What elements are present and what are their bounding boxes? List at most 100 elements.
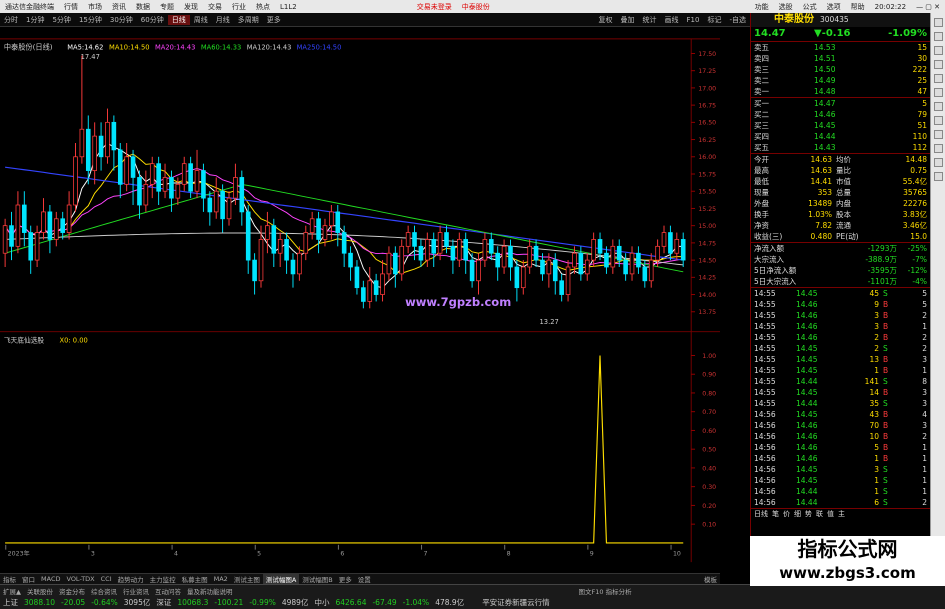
indicator-tab[interactable]: VOL-TDX — [63, 575, 97, 583]
menu-item-l1l2[interactable]: L1L2 — [275, 3, 302, 11]
kline-chart[interactable]: 17.50 17.25 17.00 16.75 16.50 16.25 16.00 15.75… — [0, 28, 720, 573]
menu-options[interactable]: 选项 — [822, 2, 846, 12]
tick-volume: 43 — [869, 410, 879, 419]
menu-item-news[interactable]: 资讯 — [107, 2, 131, 12]
sidebar-icon-7[interactable] — [933, 102, 943, 111]
indicator-tab[interactable]: 测试幅图B — [299, 574, 335, 584]
candle-body — [514, 266, 520, 289]
menu-item-industry[interactable]: 行业 — [227, 2, 251, 12]
panel-tab-daily[interactable]: 日线 — [754, 509, 772, 519]
menu-item-discover[interactable]: 发现 — [179, 2, 203, 12]
period-tab-weekly[interactable]: 周线 — [190, 15, 212, 25]
menu-item-market[interactable]: 行情 — [59, 2, 83, 12]
indicator-tab[interactable]: CCI — [98, 575, 115, 583]
stat-label: 收益(三) — [754, 232, 783, 241]
indicator-tab[interactable]: 测试主图 — [231, 574, 263, 584]
tick-volume: 5 — [874, 443, 879, 452]
sidebar-icon-8[interactable] — [933, 116, 943, 125]
index-amount: 478.9亿 — [435, 597, 465, 607]
panel-tab-value[interactable]: 值 — [827, 509, 838, 519]
price-tick-label: 16.25 — [698, 137, 716, 144]
period-tab-monthly[interactable]: 月线 — [212, 15, 234, 25]
indicator-tab[interactable]: MA2 — [211, 575, 231, 583]
sidebar-icon-12[interactable] — [933, 172, 943, 181]
tick-row: 14:56 14.46 1 B 1 — [751, 453, 930, 464]
period-tab-timeshare[interactable]: 分时 — [0, 15, 22, 25]
ask-row: 卖一 14.48 47 — [751, 86, 930, 97]
sidebar-icon-5[interactable] — [933, 74, 943, 83]
stat-row: 最低 14.41 市值 55.4亿 — [751, 176, 930, 187]
indicator-tab[interactable]: 更多 — [336, 574, 355, 584]
tick-volume: 45 — [869, 289, 879, 298]
panel-tab-detail[interactable]: 细 — [794, 509, 805, 519]
tick-side: S — [883, 289, 888, 298]
period-tab-multi[interactable]: 多周期 — [234, 15, 263, 25]
trade-login-status[interactable]: 交易未登录 — [412, 2, 457, 12]
tick-price: 14.45 — [796, 289, 818, 298]
panel-tab-main[interactable]: 主 — [838, 509, 849, 519]
menu-item-markets[interactable]: 市场 — [83, 2, 107, 12]
adjust-button[interactable]: 复权 — [595, 15, 617, 25]
period-tab-15min[interactable]: 15分钟 — [75, 15, 106, 25]
menu-item-topics[interactable]: 专题 — [155, 2, 179, 12]
sidebar-icon-1[interactable] — [933, 18, 943, 27]
tick-time: 14:55 — [754, 311, 776, 320]
menu-function[interactable]: 功能 — [750, 2, 774, 12]
tick-side: B — [883, 443, 889, 452]
indicator-tab[interactable]: 指标 — [0, 574, 19, 584]
secondary-tab[interactable]: 关联股份 — [24, 586, 56, 596]
menu-item-hotspot[interactable]: 热点 — [251, 2, 275, 12]
f10-button[interactable]: F10 — [683, 16, 704, 24]
draw-button[interactable]: 画线 — [661, 15, 683, 25]
panel-tab-price[interactable]: 价 — [783, 509, 794, 519]
overlay-button[interactable]: 叠加 — [617, 15, 639, 25]
watchlist-button[interactable]: -自选 — [725, 15, 750, 25]
tick-count: 1 — [922, 465, 927, 474]
sidebar-icon-10[interactable] — [933, 144, 943, 153]
tick-list[interactable]: 14:55 14.45 45 S 5 14:55 14.46 9 B 5 14:55 14.46 3 B 2… — [751, 287, 930, 508]
indicator-tab[interactable]: MACD — [38, 575, 63, 583]
quote-panel: 中泰股份 300435 14.47 ▼-0.16 -1.09% 卖五 14.53 1… — [750, 13, 930, 573]
secondary-tab[interactable]: 量及新功能说明 — [184, 586, 236, 596]
period-tab-5min[interactable]: 5分钟 — [48, 15, 74, 25]
sidebar-icon-9[interactable] — [933, 130, 943, 139]
period-tab-more[interactable]: 更多 — [263, 15, 285, 25]
secondary-tab[interactable]: 行业资讯 — [120, 586, 152, 596]
indicator-tab[interactable]: 私募主图 — [179, 574, 211, 584]
sidebar-icon-6[interactable] — [933, 88, 943, 97]
menu-item-data[interactable]: 数据 — [131, 2, 155, 12]
secondary-tab[interactable]: 扩展▲ — [0, 586, 24, 596]
menu-select[interactable]: 选股 — [774, 2, 798, 12]
period-tab-daily[interactable]: 日线 — [167, 14, 190, 25]
indicator-tab[interactable]: 趋势动力 — [115, 574, 147, 584]
sidebar-icon-4[interactable] — [933, 60, 943, 69]
period-tab-60min[interactable]: 60分钟 — [137, 15, 168, 25]
indicator-tab[interactable]: 窗口 — [19, 574, 38, 584]
secondary-tab[interactable]: 资金分布 — [56, 586, 88, 596]
watermark-line1: 指标公式网 — [797, 537, 898, 561]
indicator-tab[interactable]: 测试幅图A — [262, 574, 300, 584]
menu-help[interactable]: 帮助 — [846, 2, 870, 12]
secondary-tab[interactable]: 综合资讯 — [88, 586, 120, 596]
sidebar-icon-11[interactable] — [933, 158, 943, 167]
stats-button[interactable]: 统计 — [639, 15, 661, 25]
tick-count: 3 — [922, 399, 927, 408]
period-tab-1min[interactable]: 1分钟 — [22, 15, 48, 25]
sidebar-icon-3[interactable] — [933, 46, 943, 55]
indicator-tab[interactable]: 主力监控 — [147, 574, 179, 584]
mark-button[interactable]: 标记 — [703, 15, 725, 25]
tick-side: S — [883, 344, 888, 353]
menu-item-trade[interactable]: 交易 — [203, 2, 227, 12]
period-tab-30min[interactable]: 30分钟 — [106, 15, 137, 25]
panel-tab-link[interactable]: 联 — [816, 509, 827, 519]
indicator-tab[interactable]: 设置 — [355, 574, 374, 584]
window-controls[interactable]: — ▢ ✕ — [911, 3, 945, 11]
tick-count: 1 — [922, 487, 927, 496]
secondary-tab[interactable]: 互动问答 — [152, 586, 184, 596]
panel-tab-trend[interactable]: 势 — [805, 509, 816, 519]
template-label[interactable]: 模板 — [701, 574, 720, 584]
sidebar-icon-2[interactable] — [933, 32, 943, 41]
panel-tab-stroke[interactable]: 笔 — [772, 509, 783, 519]
menu-formula[interactable]: 公式 — [798, 2, 822, 12]
low-price-marker: 13.27 — [540, 318, 559, 326]
